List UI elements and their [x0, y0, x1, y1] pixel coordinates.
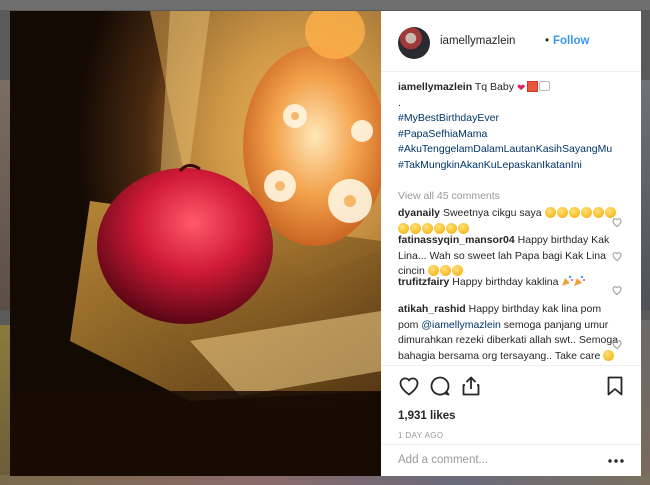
comment-username[interactable]: fatinassyqin_mansor04 [398, 234, 515, 246]
comment-like-heart-icon[interactable] [611, 250, 623, 262]
comment-username[interactable]: atikah_rashid [398, 303, 466, 315]
post-timestamp[interactable]: 1 DAY AGO [398, 431, 444, 440]
post-modal: iamellymazlein • Follow iamellymazlein T… [10, 11, 641, 476]
comment-text: Sweetnya cikgu saya [442, 207, 542, 219]
heart-emoji-icon: ❤ [516, 83, 526, 94]
more-options-icon[interactable] [606, 453, 626, 469]
comment-username[interactable]: trufitzfairy [398, 276, 449, 288]
comment-like-heart-icon[interactable] [611, 338, 623, 350]
party-popper-emoji-icon [561, 275, 574, 287]
backdrop-tile [0, 0, 650, 10]
smile-emoji-icon [556, 207, 568, 218]
hashtag-link[interactable]: #MyBestBirthdayEver [398, 111, 620, 127]
backdrop-tile [640, 80, 650, 310]
caption-dot-line: . [398, 96, 401, 109]
hashtag-link[interactable]: #TakMungkinAkanKuLepaskanIkatanIni [398, 158, 620, 174]
comment-item: fatinassyqin_mansor04 Happy birthday Kak… [398, 233, 620, 280]
post-actions: 1,931 likes 1 DAY AGO [381, 365, 641, 477]
hashtag-link[interactable]: #AkuTenggelamDalamLautanKasihSayangMu [398, 142, 620, 158]
backdrop-tile [640, 320, 650, 485]
smile-emoji-icon [568, 207, 580, 218]
backdrop-tile [0, 80, 10, 310]
save-bookmark-icon[interactable] [603, 374, 627, 398]
laugh-emoji-icon [410, 222, 421, 234]
share-icon[interactable] [459, 374, 483, 398]
smile-emoji-icon [592, 207, 604, 218]
post-photo[interactable] [10, 11, 381, 476]
comment-text: Happy birthday kaklina [452, 276, 559, 288]
photo-image [10, 11, 381, 476]
post-details-panel: iamellymazlein • Follow iamellymazlein T… [381, 11, 641, 476]
gift-emoji-icon [526, 81, 538, 92]
caption-username[interactable]: iamellymazlein [398, 81, 472, 93]
comment-icon[interactable] [428, 374, 452, 398]
view-all-comments-link[interactable]: View all 45 comments [398, 190, 500, 202]
add-comment-input[interactable] [398, 454, 588, 466]
like-heart-icon[interactable] [397, 374, 421, 398]
laugh-emoji-icon [434, 222, 445, 234]
laugh-emoji-icon [458, 222, 469, 234]
caption: iamellymazlein Tq Baby ❤ . #MyBestBirthd… [398, 80, 620, 173]
comments-list[interactable]: iamellymazlein Tq Baby ❤ . #MyBestBirthd… [381, 72, 641, 365]
cake-emoji-icon [538, 81, 550, 91]
smile-emoji-icon [544, 207, 556, 218]
header-separator: • [545, 35, 550, 47]
comment-like-heart-icon[interactable] [611, 216, 623, 228]
laugh-emoji-icon [422, 222, 433, 234]
kiss-emoji-icon [603, 349, 615, 361]
header-username[interactable]: iamellymazlein [440, 35, 515, 47]
hashtag-link[interactable]: #PapaSefhiaMama [398, 127, 620, 143]
avatar[interactable] [398, 27, 430, 59]
follow-button[interactable]: Follow [553, 35, 589, 47]
smile-emoji-icon [580, 207, 592, 218]
party-popper-emoji-icon [573, 275, 586, 287]
backdrop-tile [0, 325, 10, 485]
like-count[interactable]: 1,931 likes [398, 410, 456, 422]
laugh-emoji-icon [446, 222, 457, 234]
comment-username[interactable]: dyanaily [398, 207, 440, 219]
post-header: iamellymazlein • Follow [381, 11, 641, 72]
mention-link[interactable]: @iamellymazlein [421, 319, 501, 331]
comment-like-heart-icon[interactable] [611, 284, 623, 296]
caption-text: Tq Baby [474, 81, 514, 93]
comment-item: trufitzfairy Happy birthday kaklina [398, 275, 620, 291]
comment-item: atikah_rashid Happy birthday kak lina po… [398, 302, 620, 364]
laugh-emoji-icon [398, 222, 409, 234]
add-comment-bar [381, 444, 641, 478]
